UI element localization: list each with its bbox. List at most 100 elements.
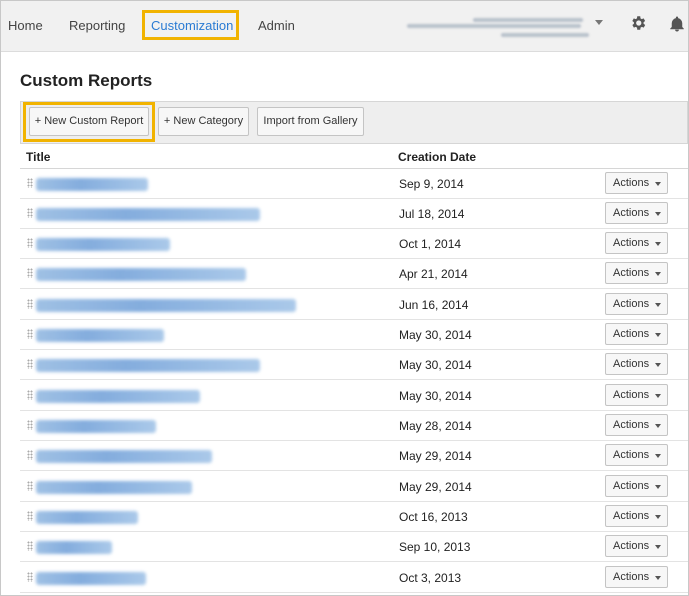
- report-title-link[interactable]: [36, 390, 200, 403]
- chevron-down-icon: [655, 424, 661, 428]
- creation-date: May 29, 2014: [399, 480, 472, 494]
- actions-label: Actions: [613, 207, 650, 219]
- gear-icon[interactable]: [629, 14, 647, 32]
- drag-handle-icon[interactable]: [27, 359, 33, 369]
- drag-handle-icon[interactable]: [27, 481, 33, 491]
- drag-handle-icon[interactable]: [27, 238, 33, 248]
- actions-label: Actions: [613, 298, 650, 310]
- report-title-link[interactable]: [36, 329, 164, 342]
- actions-label: Actions: [613, 419, 650, 431]
- actions-dropdown[interactable]: Actions: [605, 323, 668, 345]
- actions-label: Actions: [613, 358, 650, 370]
- new-custom-report-button[interactable]: + New Custom Report: [29, 107, 149, 136]
- actions-label: Actions: [613, 480, 650, 492]
- drag-handle-icon[interactable]: [27, 390, 33, 400]
- chevron-down-icon: [655, 182, 661, 186]
- drag-handle-icon[interactable]: [27, 511, 33, 521]
- chevron-down-icon: [655, 272, 661, 276]
- actions-label: Actions: [613, 177, 650, 189]
- actions-label: Actions: [613, 449, 650, 461]
- chevron-down-icon: [655, 545, 661, 549]
- actions-dropdown[interactable]: Actions: [605, 384, 668, 406]
- creation-date: Jun 16, 2014: [399, 298, 469, 312]
- table-row: Jul 18, 2014 Actions: [20, 199, 688, 229]
- drag-handle-icon[interactable]: [27, 541, 33, 551]
- actions-dropdown[interactable]: Actions: [605, 293, 668, 315]
- creation-date: Sep 10, 2013: [399, 540, 471, 554]
- nav-reporting[interactable]: Reporting: [69, 18, 125, 33]
- actions-label: Actions: [613, 328, 650, 340]
- report-title-link[interactable]: [36, 178, 148, 191]
- new-category-button[interactable]: + New Category: [158, 107, 249, 136]
- table-row: Apr 21, 2014 Actions: [20, 259, 688, 289]
- actions-dropdown[interactable]: Actions: [605, 444, 668, 466]
- creation-date: Jul 18, 2014: [399, 207, 465, 221]
- actions-label: Actions: [613, 540, 650, 552]
- creation-date: Oct 16, 2013: [399, 510, 468, 524]
- drag-handle-icon[interactable]: [27, 420, 33, 430]
- actions-label: Actions: [613, 571, 650, 583]
- nav-admin[interactable]: Admin: [258, 18, 295, 33]
- column-header-creation-date[interactable]: Creation Date: [398, 150, 476, 164]
- drag-handle-icon[interactable]: [27, 572, 33, 582]
- drag-handle-icon[interactable]: [27, 299, 33, 309]
- creation-date: May 30, 2014: [399, 389, 472, 403]
- actions-label: Actions: [613, 510, 650, 522]
- drag-handle-icon[interactable]: [27, 268, 33, 278]
- actions-dropdown[interactable]: Actions: [605, 172, 668, 194]
- actions-dropdown[interactable]: Actions: [605, 202, 668, 224]
- actions-dropdown[interactable]: Actions: [605, 414, 668, 436]
- actions-dropdown[interactable]: Actions: [605, 475, 668, 497]
- actions-dropdown[interactable]: Actions: [605, 566, 668, 588]
- actions-dropdown[interactable]: Actions: [605, 505, 668, 527]
- report-title-link[interactable]: [36, 420, 156, 433]
- table-row: Oct 16, 2013 Actions: [20, 502, 688, 532]
- report-title-link[interactable]: [36, 511, 138, 524]
- chevron-down-icon: [655, 212, 661, 216]
- chevron-down-icon: [655, 303, 661, 307]
- report-title-link[interactable]: [36, 450, 212, 463]
- table-row: Sep 9, 2014 Actions: [20, 169, 688, 199]
- creation-date: Apr 21, 2014: [399, 267, 468, 281]
- report-title-link[interactable]: [36, 572, 146, 585]
- drag-handle-icon[interactable]: [27, 208, 33, 218]
- drag-handle-icon[interactable]: [27, 450, 33, 460]
- report-title-link[interactable]: [36, 541, 112, 554]
- table-row: Oct 3, 2013 Actions: [20, 563, 688, 593]
- report-title-link[interactable]: [36, 238, 170, 251]
- report-title-link[interactable]: [36, 299, 296, 312]
- table-row: Jun 16, 2014 Actions: [20, 290, 688, 320]
- drag-handle-icon[interactable]: [27, 329, 33, 339]
- report-title-link[interactable]: [36, 359, 260, 372]
- bell-icon[interactable]: [668, 14, 686, 34]
- account-selector[interactable]: [401, 15, 591, 41]
- nav-home[interactable]: Home: [8, 18, 43, 33]
- chevron-down-icon: [655, 485, 661, 489]
- table-row: May 29, 2014 Actions: [20, 472, 688, 502]
- chevron-down-icon[interactable]: [595, 20, 603, 25]
- actions-label: Actions: [613, 237, 650, 249]
- nav-customization[interactable]: Customization: [142, 10, 239, 40]
- table-header: Title Creation Date: [20, 143, 688, 169]
- creation-date: May 29, 2014: [399, 449, 472, 463]
- creation-date: May 30, 2014: [399, 328, 472, 342]
- report-title-link[interactable]: [36, 208, 260, 221]
- report-title-link[interactable]: [36, 481, 192, 494]
- chevron-down-icon: [655, 394, 661, 398]
- actions-dropdown[interactable]: Actions: [605, 353, 668, 375]
- report-title-link[interactable]: [36, 268, 246, 281]
- nav-customization-label: Customization: [151, 18, 234, 33]
- creation-date: Sep 9, 2014: [399, 177, 464, 191]
- import-from-gallery-button[interactable]: Import from Gallery: [257, 107, 364, 136]
- column-header-title[interactable]: Title: [26, 150, 50, 164]
- actions-label: Actions: [613, 267, 650, 279]
- actions-dropdown[interactable]: Actions: [605, 535, 668, 557]
- actions-dropdown[interactable]: Actions: [605, 262, 668, 284]
- actions-dropdown[interactable]: Actions: [605, 232, 668, 254]
- drag-handle-icon[interactable]: [27, 178, 33, 188]
- chevron-down-icon: [655, 333, 661, 337]
- chevron-down-icon: [655, 363, 661, 367]
- table-row: May 30, 2014 Actions: [20, 320, 688, 350]
- table-row: May 29, 2014 Actions: [20, 441, 688, 471]
- top-nav-bar: Home Reporting Customization Admin: [1, 1, 688, 52]
